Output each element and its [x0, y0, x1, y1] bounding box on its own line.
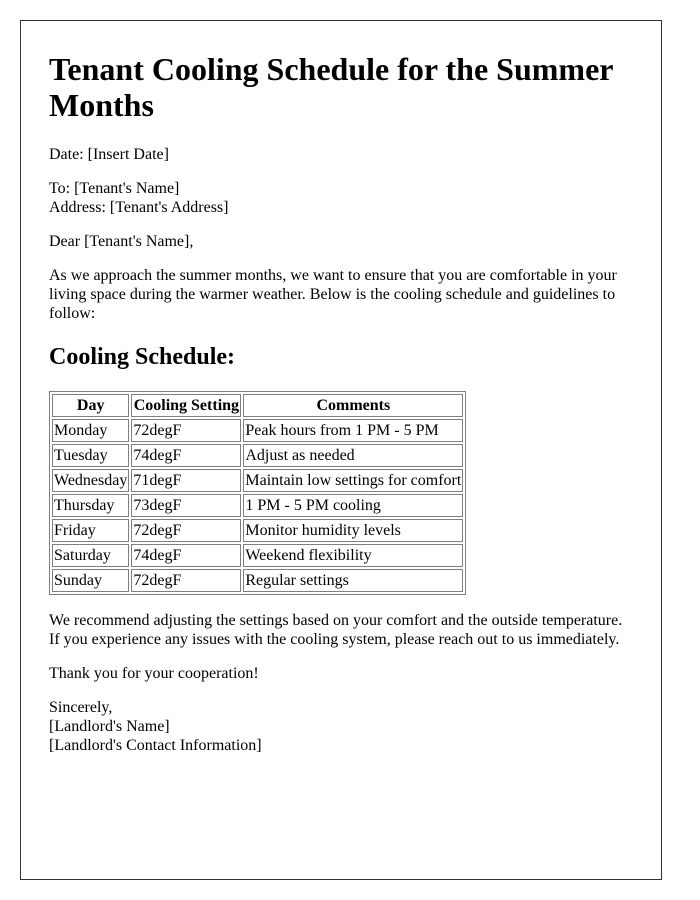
- cell-comment: Monitor humidity levels: [243, 519, 464, 542]
- cell-setting: 72degF: [131, 519, 242, 542]
- date-line: Date: [Insert Date]: [49, 146, 169, 163]
- cell-comment: Regular settings: [243, 569, 464, 592]
- closing: Sincerely,: [49, 699, 113, 716]
- cell-setting: 72degF: [131, 419, 242, 442]
- cooling-schedule-table: Day Cooling Setting Comments Monday 72de…: [49, 391, 467, 595]
- letter-content: Tenant Cooling Schedule for the Summer M…: [21, 51, 661, 755]
- recipient-block: To: [Tenant's Name] Address: [Tenant's A…: [49, 179, 633, 217]
- cell-day: Sunday: [52, 569, 130, 592]
- cell-comment: Peak hours from 1 PM - 5 PM: [243, 419, 464, 442]
- signature-contact: [Landlord's Contact Information]: [49, 737, 262, 754]
- page-title: Tenant Cooling Schedule for the Summer M…: [49, 51, 613, 123]
- cell-day: Thursday: [52, 494, 130, 517]
- signature-name: [Landlord's Name]: [49, 718, 170, 735]
- table-row: Monday 72degF Peak hours from 1 PM - 5 P…: [52, 419, 464, 442]
- cell-setting: 74degF: [131, 444, 242, 467]
- table-row: Wednesday 71degF Maintain low settings f…: [52, 469, 464, 492]
- recipient-name: To: [Tenant's Name]: [49, 180, 180, 197]
- recommendation-line-2: If you experience any issues with the co…: [49, 631, 620, 648]
- cell-comment: Adjust as needed: [243, 444, 464, 467]
- cell-day: Monday: [52, 419, 130, 442]
- cell-setting: 71degF: [131, 469, 242, 492]
- table-header-row: Day Cooling Setting Comments: [52, 394, 464, 417]
- cell-setting: 73degF: [131, 494, 242, 517]
- cell-day: Friday: [52, 519, 130, 542]
- salutation: Dear [Tenant's Name],: [49, 233, 194, 250]
- cell-comment: Maintain low settings for comfort: [243, 469, 464, 492]
- cell-comment: 1 PM - 5 PM cooling: [243, 494, 464, 517]
- intro-paragraph: As we approach the summer months, we wan…: [49, 267, 617, 322]
- header-cooling-setting: Cooling Setting: [131, 394, 242, 417]
- cell-setting: 72degF: [131, 569, 242, 592]
- cell-day: Wednesday: [52, 469, 130, 492]
- cell-comment: Weekend flexibility: [243, 544, 464, 567]
- table-row: Thursday 73degF 1 PM - 5 PM cooling: [52, 494, 464, 517]
- table-row: Friday 72degF Monitor humidity levels: [52, 519, 464, 542]
- table-row: Sunday 72degF Regular settings: [52, 569, 464, 592]
- header-comments: Comments: [243, 394, 464, 417]
- cell-setting: 74degF: [131, 544, 242, 567]
- recipient-address: Address: [Tenant's Address]: [49, 199, 229, 216]
- cell-day: Tuesday: [52, 444, 130, 467]
- letter-page: Tenant Cooling Schedule for the Summer M…: [20, 20, 662, 880]
- thanks-line: Thank you for your cooperation!: [49, 665, 259, 682]
- header-day: Day: [52, 394, 130, 417]
- recommendation-paragraph: We recommend adjusting the settings base…: [49, 611, 633, 649]
- table-row: Saturday 74degF Weekend flexibility: [52, 544, 464, 567]
- table-row: Tuesday 74degF Adjust as needed: [52, 444, 464, 467]
- section-heading: Cooling Schedule:: [49, 344, 236, 370]
- cell-day: Saturday: [52, 544, 130, 567]
- recommendation-line-1: We recommend adjusting the settings base…: [49, 612, 623, 629]
- signature-block: Sincerely, [Landlord's Name] [Landlord's…: [49, 698, 633, 755]
